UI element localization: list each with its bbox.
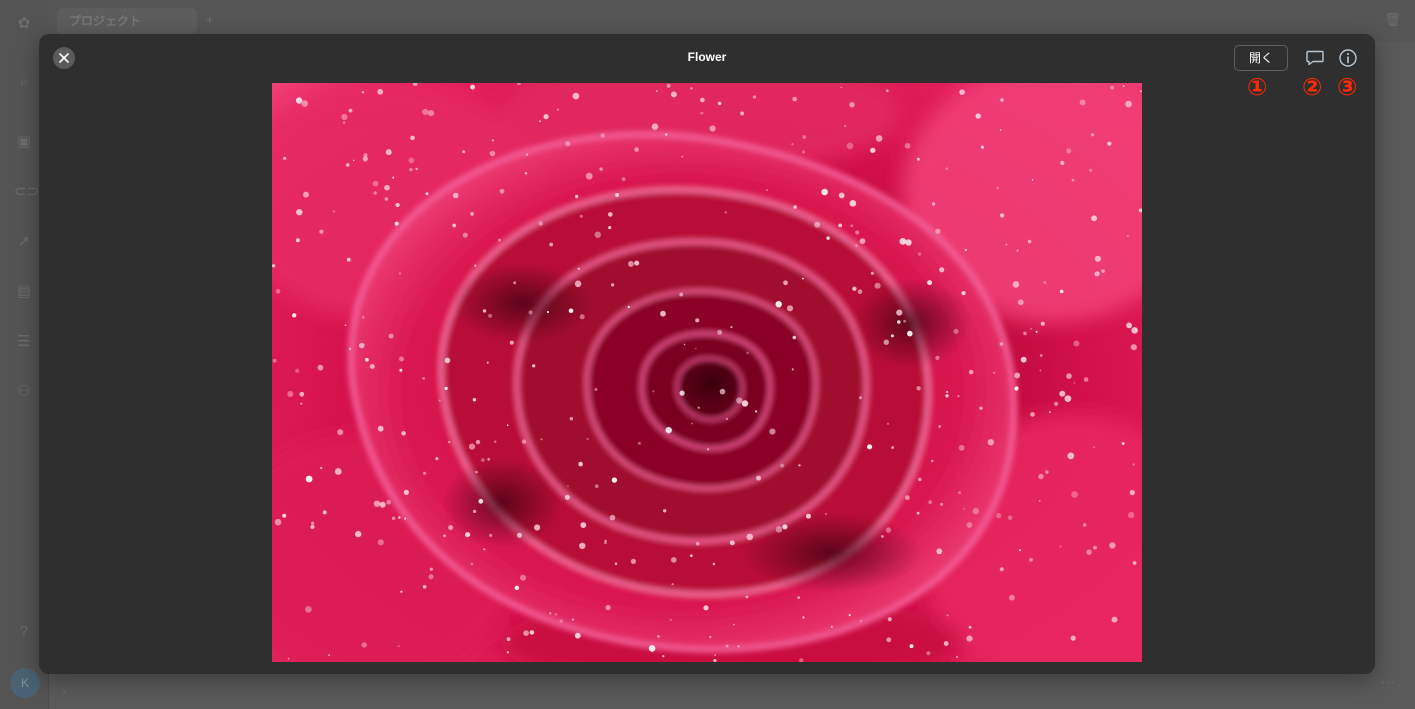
rose-image: [272, 83, 1142, 662]
modal-title: Flower: [687, 50, 727, 64]
add-tab-button[interactable]: +: [206, 12, 214, 27]
workspace-icon[interactable]: ✿: [14, 14, 34, 34]
project-icon[interactable]: ▣: [14, 132, 34, 152]
comment-button[interactable]: [1305, 48, 1325, 68]
image-preview-modal: Flower 開く ① ② ③: [39, 34, 1375, 674]
trash-icon[interactable]: 🗑: [1384, 12, 1401, 28]
annotation-1: ①: [1247, 73, 1268, 101]
avatar[interactable]: K: [10, 668, 40, 698]
board-icon[interactable]: ▤: [14, 282, 34, 302]
preview-image: [272, 83, 1142, 662]
search-icon[interactable]: ⌕: [14, 72, 34, 92]
more-icon[interactable]: ⋯: [1381, 674, 1395, 691]
list-icon[interactable]: ☰: [14, 332, 34, 352]
open-button[interactable]: 開く: [1234, 45, 1288, 71]
comment-icon: [1306, 50, 1324, 66]
members-icon[interactable]: ⚇: [14, 382, 34, 402]
annotation-3: ③: [1337, 73, 1358, 101]
send-icon[interactable]: ➚: [14, 232, 34, 252]
info-button[interactable]: [1338, 48, 1358, 68]
tab-project[interactable]: プロジェクト: [57, 8, 197, 34]
help-icon[interactable]: ?: [14, 622, 34, 642]
info-icon: [1339, 49, 1357, 67]
link-icon[interactable]: ⊂⊃: [14, 182, 39, 202]
annotation-2: ②: [1302, 73, 1323, 101]
chevron-right-icon[interactable]: ›: [62, 684, 66, 698]
